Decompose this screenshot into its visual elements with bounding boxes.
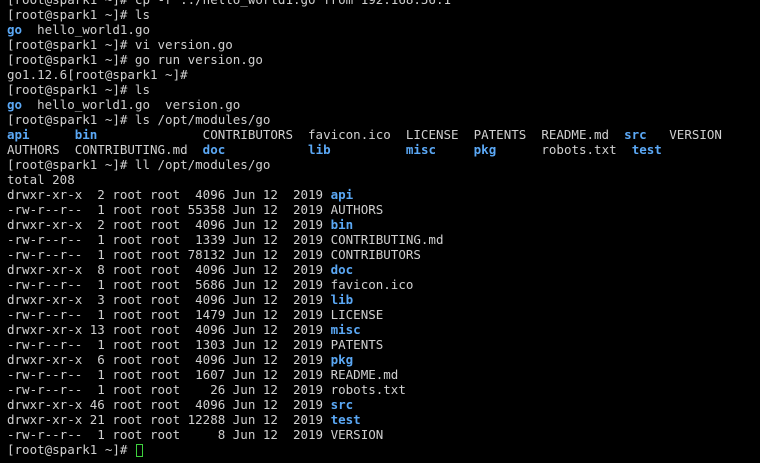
terminal-line: drwxr-xr-x 2 root root 4096 Jun 12 2019 … (7, 217, 722, 232)
terminal-line: [root@spark1 ~]# ll /opt/modules/go (7, 157, 722, 172)
terminal-text: [root@spark1 ~]# go run version.go (7, 52, 263, 67)
terminal-line: AUTHORS CONTRIBUTING.md doc lib misc pkg… (7, 142, 722, 157)
terminal-window[interactable]: [root@spark1 ~]# cp -r ../hello_world1.g… (0, 0, 760, 463)
terminal-line: drwxr-xr-x 21 root root 12288 Jun 12 201… (7, 412, 722, 427)
terminal-prompt-line[interactable]: [root@spark1 ~]# (7, 442, 722, 457)
terminal-line: drwxr-xr-x 3 root root 4096 Jun 12 2019 … (7, 292, 722, 307)
terminal-text: -rw-r--r-- 1 root root 8 Jun 12 2019 VER… (7, 427, 384, 442)
terminal-line: -rw-r--r-- 1 root root 26 Jun 12 2019 ro… (7, 382, 722, 397)
terminal-text: drwxr-xr-x 13 root root 4096 Jun 12 2019 (7, 322, 331, 337)
terminal-text: total 208 (7, 172, 75, 187)
terminal-text: hello_world1.go (22, 22, 150, 37)
terminal-text: drwxr-xr-x 6 root root 4096 Jun 12 2019 (7, 352, 331, 367)
directory-name: bin (330, 217, 354, 232)
directory-name: src (624, 127, 647, 142)
terminal-line: drwxr-xr-x 46 root root 4096 Jun 12 2019… (7, 397, 722, 412)
directory-name: doc (330, 262, 354, 277)
terminal-line: api bin CONTRIBUTORS favicon.ico LICENSE… (7, 127, 722, 142)
directory-name: misc (405, 142, 436, 157)
terminal-line: go hello_world1.go version.go (7, 97, 722, 112)
directory-name: src (330, 397, 354, 412)
terminal-text: [root@spark1 ~]# ls /opt/modules/go (7, 112, 271, 127)
terminal-line: drwxr-xr-x 13 root root 4096 Jun 12 2019… (7, 322, 722, 337)
terminal-text: -rw-r--r-- 1 root root 5686 Jun 12 2019 … (7, 277, 414, 292)
terminal-line: go hello_world1.go (7, 22, 722, 37)
terminal-text: drwxr-xr-x 46 root root 4096 Jun 12 2019 (7, 397, 331, 412)
directory-name: lib (308, 142, 331, 157)
terminal-text: [root@spark1 ~]# cp -r ../hello_world1.g… (7, 0, 451, 7)
directory-name: api (7, 127, 30, 142)
terminal-line: drwxr-xr-x 2 root root 4096 Jun 12 2019 … (7, 187, 722, 202)
terminal-text: -rw-r--r-- 1 root root 26 Jun 12 2019 ro… (7, 382, 406, 397)
terminal-line: [root@spark1 ~]# cp -r ../hello_world1.g… (7, 0, 722, 7)
terminal-line: total 208 (7, 172, 722, 187)
terminal-output: [root@spark1 ~]# cp -r ../hello_world1.g… (7, 0, 722, 457)
terminal-text: [root@spark1 ~]# ll /opt/modules/go (7, 157, 271, 172)
directory-name: doc (202, 142, 226, 157)
terminal-line: drwxr-xr-x 6 root root 4096 Jun 12 2019 … (7, 352, 722, 367)
terminal-text: drwxr-xr-x 21 root root 12288 Jun 12 201… (7, 412, 331, 427)
terminal-text: [root@spark1 ~]# ls (7, 7, 150, 22)
terminal-line: -rw-r--r-- 1 root root 1479 Jun 12 2019 … (7, 307, 722, 322)
terminal-line: -rw-r--r-- 1 root root 78132 Jun 12 2019… (7, 247, 722, 262)
terminal-text: -rw-r--r-- 1 root root 55358 Jun 12 2019… (7, 202, 384, 217)
directory-name: bin (74, 127, 98, 142)
directory-name: pkg (473, 142, 497, 157)
terminal-text: drwxr-xr-x 3 root root 4096 Jun 12 2019 (7, 292, 331, 307)
directory-name: go (7, 97, 23, 112)
terminal-text: [root@spark1 ~]# ls (7, 82, 150, 97)
terminal-line: -rw-r--r-- 1 root root 1303 Jun 12 2019 … (7, 337, 722, 352)
terminal-text: -rw-r--r-- 1 root root 1339 Jun 12 2019 … (7, 232, 444, 247)
terminal-text: VERSION (646, 127, 722, 142)
terminal-text: drwxr-xr-x 2 root root 4096 Jun 12 2019 (7, 187, 331, 202)
terminal-line: drwxr-xr-x 8 root root 4096 Jun 12 2019 … (7, 262, 722, 277)
terminal-line: [root@spark1 ~]# ls (7, 7, 722, 22)
terminal-text: robots.txt (496, 142, 632, 157)
directory-name: misc (330, 322, 361, 337)
terminal-line: -rw-r--r-- 1 root root 55358 Jun 12 2019… (7, 202, 722, 217)
directory-name: test (631, 142, 662, 157)
terminal-text: -rw-r--r-- 1 root root 1479 Jun 12 2019 … (7, 307, 384, 322)
terminal-text: [root@spark1 ~]# vi version.go (7, 37, 233, 52)
terminal-text: drwxr-xr-x 2 root root 4096 Jun 12 2019 (7, 217, 331, 232)
terminal-text: drwxr-xr-x 8 root root 4096 Jun 12 2019 (7, 262, 331, 277)
terminal-text: -rw-r--r-- 1 root root 1303 Jun 12 2019 … (7, 337, 384, 352)
terminal-line: -rw-r--r-- 1 root root 8 Jun 12 2019 VER… (7, 427, 722, 442)
terminal-line: -rw-r--r-- 1 root root 1339 Jun 12 2019 … (7, 232, 722, 247)
terminal-line: [root@spark1 ~]# go run version.go (7, 52, 722, 67)
directory-name: api (330, 187, 354, 202)
directory-name: go (7, 22, 23, 37)
terminal-text: -rw-r--r-- 1 root root 1607 Jun 12 2019 … (7, 367, 399, 382)
directory-name: lib (330, 292, 354, 307)
terminal-line: -rw-r--r-- 1 root root 5686 Jun 12 2019 … (7, 277, 722, 292)
terminal-text: hello_world1.go version.go (22, 97, 241, 112)
directory-name: pkg (330, 352, 354, 367)
terminal-text: -rw-r--r-- 1 root root 78132 Jun 12 2019… (7, 247, 421, 262)
directory-name: test (330, 412, 361, 427)
terminal-line: -rw-r--r-- 1 root root 1607 Jun 12 2019 … (7, 367, 722, 382)
terminal-line: [root@spark1 ~]# ls /opt/modules/go (7, 112, 722, 127)
shell-prompt: [root@spark1 ~]# (7, 442, 135, 457)
terminal-text: AUTHORS CONTRIBUTING.md (7, 142, 203, 157)
text-cursor[interactable] (135, 444, 143, 457)
terminal-line: [root@spark1 ~]# ls (7, 82, 722, 97)
terminal-text: go1.12.6[root@spark1 ~]# (7, 67, 188, 82)
terminal-line: [root@spark1 ~]# vi version.go (7, 37, 722, 52)
terminal-text: CONTRIBUTORS favicon.ico LICENSE PATENTS… (97, 127, 625, 142)
terminal-line: go1.12.6[root@spark1 ~]# (7, 67, 722, 82)
